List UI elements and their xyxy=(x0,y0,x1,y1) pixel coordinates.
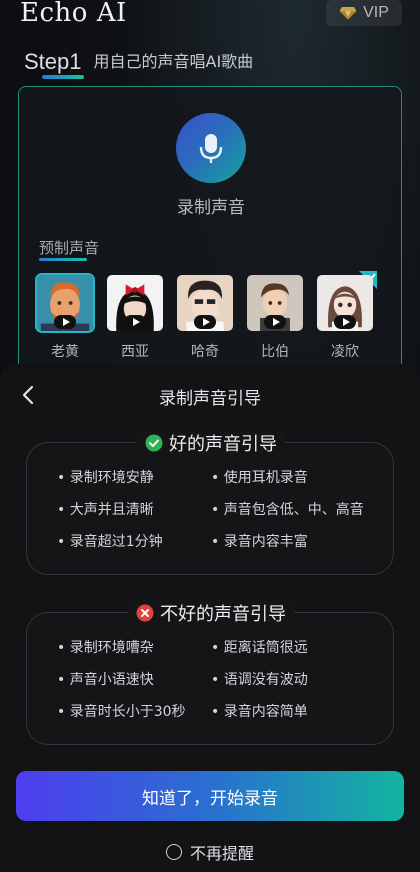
voice-item[interactable]: 比伯 xyxy=(245,273,305,361)
avatar[interactable] xyxy=(35,273,95,333)
x-circle-icon xyxy=(136,604,154,622)
bad-guide-box: 不好的声音引导 录制环境嘈杂 距离话筒很远 声音小语速快 语调没有波动 录音时长… xyxy=(26,600,394,745)
radio-button[interactable] xyxy=(165,844,182,860)
preset-underline xyxy=(39,258,87,261)
avatar[interactable] xyxy=(245,273,305,333)
start-recording-button[interactable]: 知道了，开始录音 xyxy=(16,771,404,821)
list-item: 声音小语速快 xyxy=(57,671,211,689)
play-icon[interactable] xyxy=(264,315,286,329)
voice-item[interactable]: 哈奇 xyxy=(175,273,235,361)
preset-voices-label: 预制声音 xyxy=(39,239,100,257)
avatar[interactable] xyxy=(315,273,375,333)
avatar[interactable] xyxy=(175,273,235,333)
no-remind-option[interactable]: 不再提醒 xyxy=(0,840,420,864)
diamond-icon xyxy=(339,7,357,20)
record-label: 录制声音 xyxy=(177,198,245,218)
list-item: 语调没有波动 xyxy=(211,671,391,689)
good-guide-heading: 好的声音引导 xyxy=(137,430,285,456)
recording-guide-sheet: 录制声音引导 好的声音引导 录制环境安静 使用耳机录音 大声并且清晰 声音包含低… xyxy=(0,364,420,872)
voice-item[interactable]: 西亚 xyxy=(105,273,165,361)
play-icon[interactable] xyxy=(334,315,356,329)
good-guide-list: 录制环境安静 使用耳机录音 大声并且清晰 声音包含低、中、高音 录音超过1分钟 … xyxy=(57,469,391,551)
step-header: Step1 用自己的声音唱AI歌曲 xyxy=(24,48,254,79)
list-item: 声音包含低、中、高音 xyxy=(211,501,391,519)
play-icon[interactable] xyxy=(124,315,146,329)
app-title: Echo AI xyxy=(20,0,127,28)
microphone-icon xyxy=(199,134,223,163)
voice-name: 凌欣 xyxy=(331,344,359,360)
avatar[interactable] xyxy=(105,273,165,333)
list-item: 使用耳机录音 xyxy=(211,469,391,487)
list-item: 录音内容丰富 xyxy=(211,533,391,551)
voice-item[interactable]: 凌欣 xyxy=(315,273,375,361)
voice-name: 西亚 xyxy=(121,344,149,360)
step-description: 用自己的声音唱AI歌曲 xyxy=(93,52,254,71)
voice-item[interactable]: 老黄 xyxy=(35,271,377,361)
preset-voice-list: 老黄 西亚 哈奇 比伯 凌欣 xyxy=(35,271,377,361)
vip-badge[interactable]: VIP xyxy=(326,0,402,26)
bad-guide-heading: 不好的声音引导 xyxy=(128,600,294,626)
check-circle-icon xyxy=(145,434,163,452)
list-item: 录音超过1分钟 xyxy=(57,533,211,551)
sheet-title: 录制声音引导 xyxy=(159,389,261,409)
record-panel: 录制声音 预制声音 老黄 西亚 哈奇 比伯 凌欣 xyxy=(18,86,402,386)
step-label: Step1 xyxy=(24,49,84,79)
list-item: 录音内容简单 xyxy=(211,703,391,721)
good-guide-box: 好的声音引导 录制环境安静 使用耳机录音 大声并且清晰 声音包含低、中、高音 录… xyxy=(26,430,394,575)
list-item: 距离话筒很远 xyxy=(211,639,391,657)
vip-label: VIP xyxy=(363,4,389,21)
list-item: 大声并且清晰 xyxy=(57,501,211,519)
voice-name: 老黄 xyxy=(51,344,79,360)
list-item: 录制环境嘈杂 xyxy=(57,639,211,657)
bad-guide-list: 录制环境嘈杂 距离话筒很远 声音小语速快 语调没有波动 录音时长小于30秒 录音… xyxy=(57,639,391,721)
voice-name: 比伯 xyxy=(261,344,289,360)
play-icon[interactable] xyxy=(54,315,76,329)
play-icon[interactable] xyxy=(194,315,216,329)
no-remind-label: 不再提醒 xyxy=(189,844,254,863)
voice-name: 哈奇 xyxy=(191,344,219,360)
list-item: 录制环境安静 xyxy=(57,469,211,487)
record-button[interactable] xyxy=(176,113,246,183)
list-item: 录音时长小于30秒 xyxy=(57,703,211,721)
step-underline xyxy=(42,75,84,79)
